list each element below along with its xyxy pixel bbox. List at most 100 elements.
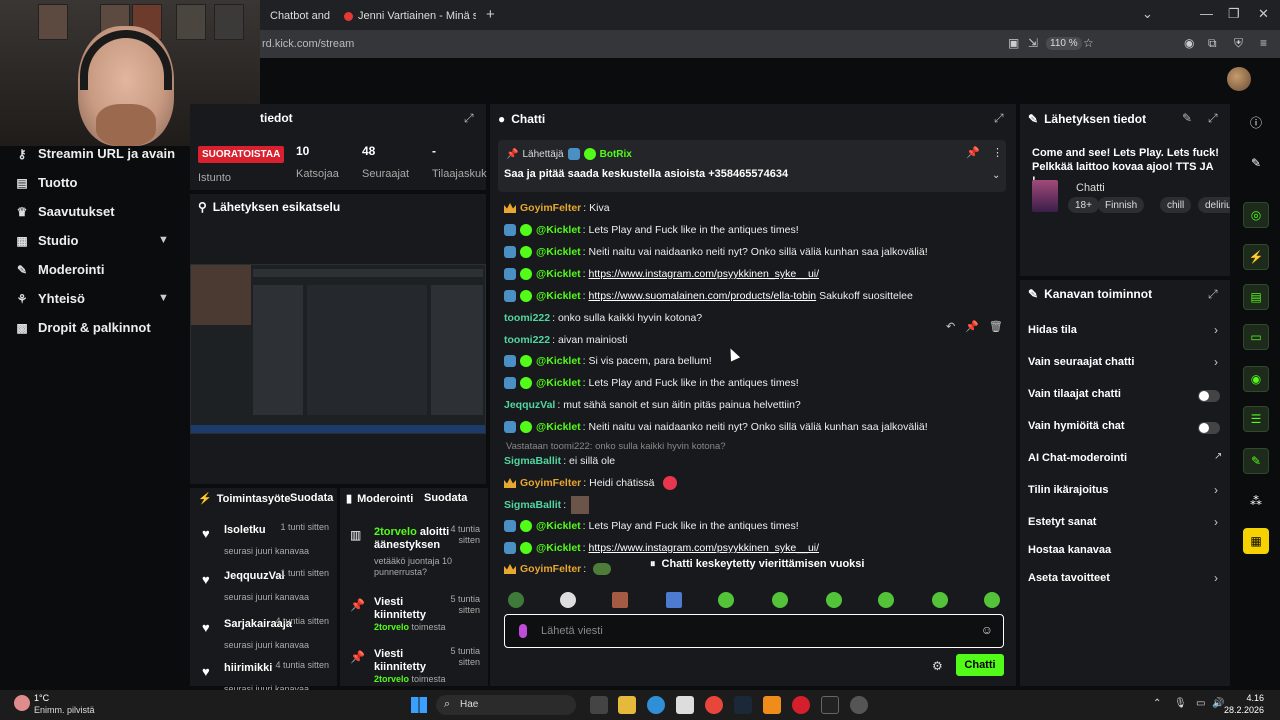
chevron-right-icon[interactable]: ›	[1214, 515, 1218, 529]
emote-icon[interactable]	[560, 592, 576, 608]
expand-icon[interactable]: ⤢	[1208, 111, 1218, 126]
edit-icon[interactable]: ✎	[1182, 111, 1192, 125]
bolt-icon[interactable]: ⚡	[1243, 244, 1269, 270]
emote-icon[interactable]	[772, 592, 788, 608]
chat-username[interactable]: @Kicklet	[536, 377, 581, 389]
new-tab-button[interactable]: +	[486, 6, 495, 23]
banned-words-item[interactable]: Estetyt sanat	[1028, 516, 1096, 528]
chat-username[interactable]: @Kicklet	[536, 290, 581, 302]
chat-username[interactable]: @Kicklet	[536, 224, 581, 236]
tag-chip[interactable]: 18+	[1068, 197, 1099, 213]
activity-user[interactable]: hiirimikki	[224, 662, 272, 674]
store-icon[interactable]	[676, 696, 694, 714]
expand-icon[interactable]: ⤢	[1208, 287, 1218, 302]
clock-time[interactable]: 4.16	[1224, 693, 1264, 703]
obs-icon[interactable]	[850, 696, 868, 714]
screenshot-icon[interactable]: ▣	[1008, 36, 1019, 50]
chat-username[interactable]: @Kicklet	[536, 520, 581, 532]
vlc-icon[interactable]	[763, 696, 781, 714]
shield-icon[interactable]: ⛨	[1234, 36, 1243, 51]
info-icon[interactable]: ⓘ	[1243, 109, 1269, 135]
apps-icon[interactable]: ⁂	[1243, 488, 1269, 514]
chat-link[interactable]: https://www.suomalainen.com/products/ell…	[589, 290, 817, 302]
chat-message[interactable]: GoyimFelter:	[504, 563, 612, 575]
chat-username[interactable]: @Kicklet	[536, 421, 581, 433]
nav-item-studio[interactable]: ▦ Studio	[14, 233, 78, 248]
chat-message-input[interactable]: Lähetä viesti ☺	[504, 614, 1004, 648]
menu-icon[interactable]: ≡	[1260, 36, 1267, 50]
emote-icon[interactable]	[718, 592, 734, 608]
gear-icon[interactable]: ⚙	[932, 659, 943, 673]
expand-icon[interactable]: ⤢	[464, 111, 474, 126]
browser-tab-youtube[interactable]: Jenni Vartiainen - Minä sinua va	[336, 4, 476, 28]
emote-icon[interactable]	[984, 592, 1000, 608]
nav-item-moderation[interactable]: ✎ Moderointi	[14, 262, 104, 277]
chat-username[interactable]: GoyimFelter	[520, 202, 581, 214]
emotes-only-toggle[interactable]	[1198, 422, 1220, 434]
steam-icon[interactable]	[734, 696, 752, 714]
modlog-actor[interactable]: 2torvelo	[374, 622, 409, 632]
trash-icon[interactable]: 🗑	[989, 320, 1003, 333]
chat-message[interactable]: @Kicklet: https://www.instagram.com/psyy…	[504, 542, 819, 554]
chat-username[interactable]: toomi222	[504, 312, 550, 324]
category-thumbnail[interactable]	[1032, 180, 1058, 212]
pinned-sender[interactable]: BotRix	[600, 149, 632, 160]
ai-moderation-item[interactable]: AI Chat-moderointi	[1028, 452, 1127, 464]
followers-only-item[interactable]: Vain seuraajat chatti	[1028, 356, 1134, 368]
document-icon[interactable]: ▤	[1243, 284, 1269, 310]
chat-message[interactable]: toomi222: onko sulla kaikki hyvin kotona…	[504, 312, 702, 324]
file-explorer-icon[interactable]	[618, 696, 636, 714]
activity-filter-button[interactable]: Suodata	[290, 492, 333, 504]
tag-chip[interactable]: chill	[1160, 197, 1192, 213]
nav-item-stream-url[interactable]: ⚷ Streamin URL ja avain	[14, 146, 175, 161]
pinned-message[interactable]: 📌 Lähettäjä BotRix Saa ja pitää saada ke…	[498, 140, 1006, 192]
chat-message[interactable]: JeqquzVal: mut sähä sanoit et sun äitin …	[504, 399, 801, 411]
nav-item-drops[interactable]: ▩ Dropit & palkinnot	[14, 320, 150, 335]
network-icon[interactable]: ▭	[1196, 698, 1205, 709]
star-icon[interactable]: ☆	[1083, 36, 1094, 50]
chat-message[interactable]: @Kicklet: Lets Play and Fuck like in the…	[504, 520, 799, 532]
chat-message[interactable]: @Kicklet: https://www.instagram.com/psyy…	[504, 268, 819, 280]
chat-username[interactable]: SigmaBallit	[504, 455, 561, 467]
chat-message[interactable]: GoyimFelter: Heidi chätissä	[504, 476, 678, 490]
pencil-icon[interactable]: ✎	[1243, 150, 1269, 176]
emote-icon[interactable]	[878, 592, 894, 608]
pin-icon[interactable]: 📌	[965, 320, 979, 333]
extensions-icon[interactable]: ⧉	[1208, 36, 1217, 51]
host-channel-item[interactable]: Hostaa kanavaa	[1028, 544, 1111, 556]
reader-icon[interactable]: ⇲	[1028, 36, 1038, 50]
set-goals-item[interactable]: Aseta tavoitteet	[1028, 572, 1110, 584]
chat-message[interactable]: SigmaBallit: ei sillä ole	[504, 455, 615, 467]
chat-username[interactable]: @Kicklet	[536, 542, 581, 554]
tag-chip[interactable]: deliriu	[1198, 197, 1230, 213]
modlog-actor[interactable]: 2torvelo	[374, 674, 409, 684]
chat-username[interactable]: GoyimFelter	[520, 563, 581, 575]
chat-message[interactable]: toomi222: aivan mainiosti	[504, 334, 627, 346]
url-field[interactable]: rd.kick.com/stream	[262, 38, 354, 50]
minimize-icon[interactable]: —	[1200, 6, 1213, 21]
chat-icon[interactable]: ▭	[1243, 324, 1269, 350]
chat-message[interactable]: SigmaBallit:	[504, 496, 590, 514]
chevron-right-icon[interactable]: ›	[1214, 323, 1218, 337]
account-icon[interactable]: ◉	[1184, 36, 1194, 50]
chat-username[interactable]: toomi222	[504, 334, 550, 346]
chat-username[interactable]: @Kicklet	[536, 355, 581, 367]
chat-message[interactable]: @Kicklet: https://www.suomalainen.com/pr…	[504, 290, 913, 302]
user-avatar[interactable]	[1227, 67, 1251, 91]
more-icon[interactable]: ⋮	[992, 146, 1003, 159]
close-icon[interactable]: ✕	[1258, 6, 1269, 22]
mic-icon[interactable]	[519, 624, 527, 638]
maximize-icon[interactable]: ❐	[1228, 6, 1240, 22]
layers-icon[interactable]: ☰	[1243, 406, 1269, 432]
emoji-icon[interactable]: ☺	[981, 623, 993, 637]
chat-link[interactable]: https://www.instagram.com/psyykkinen_syk…	[589, 268, 820, 280]
chevron-down-icon[interactable]: ▼	[158, 292, 169, 304]
tag-chip[interactable]: Finnish	[1098, 197, 1145, 213]
brave-icon[interactable]	[705, 696, 723, 714]
chat-link[interactable]: https://www.instagram.com/psyykkinen_syk…	[589, 542, 820, 554]
nav-item-revenue[interactable]: ▤ Tuotto	[14, 175, 77, 190]
taskview-icon[interactable]	[590, 696, 608, 714]
chat-username[interactable]: @Kicklet	[536, 268, 581, 280]
emote-icon[interactable]	[666, 592, 682, 608]
chat-username[interactable]: JeqquzVal	[504, 399, 555, 411]
